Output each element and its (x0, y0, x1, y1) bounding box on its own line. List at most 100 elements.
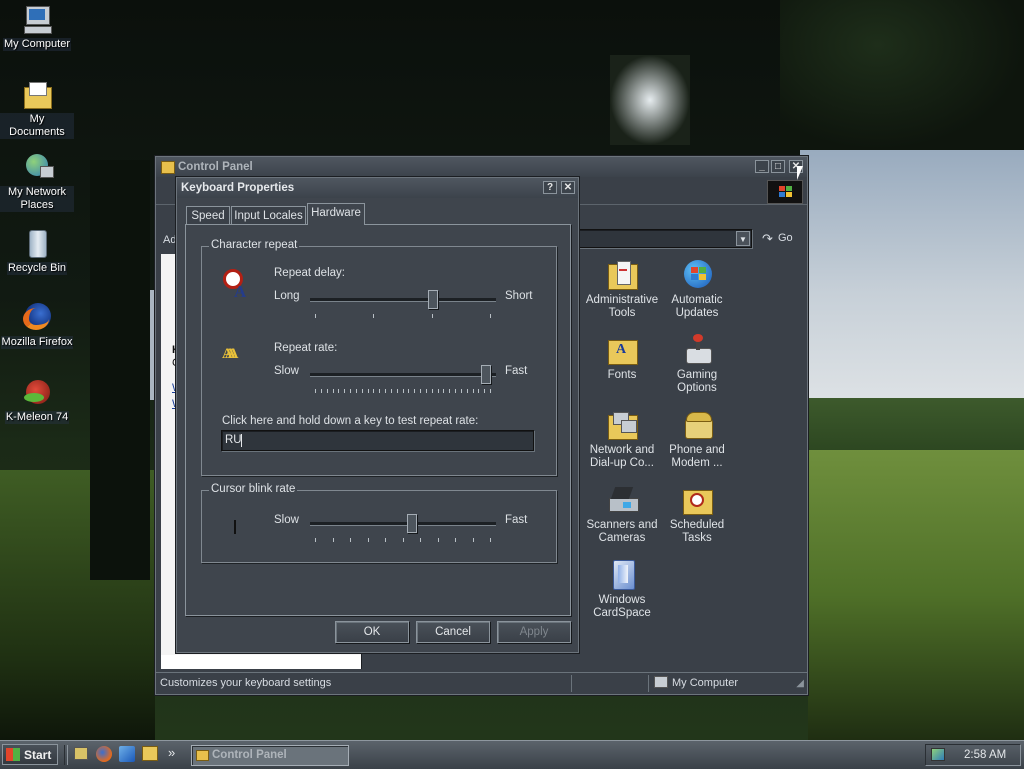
repeat-delay-icon: A (222, 268, 256, 301)
slider-tick (414, 389, 415, 393)
cursor-blink-slider[interactable] (310, 513, 496, 545)
start-label: Start (24, 748, 52, 762)
slider-tick (391, 389, 392, 393)
desktop-icon-k-meleon[interactable]: K-Meleon 74 (0, 377, 74, 424)
cancel-button[interactable]: Cancel (416, 621, 490, 643)
repeat-rate-slider[interactable] (310, 364, 496, 396)
slider-tick (432, 314, 433, 318)
wallpaper-lawn (808, 450, 1024, 740)
blink-min-label: Slow (274, 514, 299, 526)
desktop-icon-recycle-bin[interactable]: Recycle Bin (0, 228, 74, 275)
help-button[interactable]: ? (543, 181, 557, 194)
repeat-delay-slider[interactable] (310, 289, 496, 321)
k-meleon-icon (20, 377, 54, 409)
slider-tick (473, 389, 474, 393)
address-dropdown-button[interactable]: ▼ (736, 231, 750, 246)
slider-tick (315, 538, 316, 542)
network-tray-icon[interactable] (931, 748, 945, 761)
wallpaper-sky (800, 120, 1024, 410)
desktop-icon-label: K-Meleon 74 (4, 411, 70, 424)
status-bar: Customizes your keyboard settings My Com… (156, 672, 807, 694)
slider-tick (438, 389, 439, 393)
slider-tick (490, 314, 491, 318)
desktop-icon-label: Recycle Bin (6, 262, 68, 275)
clock[interactable]: 2:58 AM (964, 749, 1006, 761)
cp-item-scanners-cameras[interactable]: Scanners and Cameras (582, 484, 662, 545)
go-button[interactable]: ↷ Go (760, 230, 800, 247)
explorer-quicklaunch-icon[interactable] (142, 746, 158, 761)
tab-speed[interactable]: Speed (186, 206, 230, 224)
desktop-icon-network-places[interactable]: My Network Places (0, 152, 74, 212)
cp-item-fonts[interactable]: A Fonts (582, 334, 662, 382)
desktop-icon-label: My Network Places (0, 186, 74, 212)
windows-logo-icon (767, 180, 803, 204)
address-label: Ad (163, 234, 177, 246)
test-field-label: Click here and hold down a key to test r… (222, 415, 479, 427)
network-places-icon (20, 152, 54, 184)
wallpaper-tree-trunk (90, 160, 150, 580)
show-desktop-icon[interactable] (74, 747, 88, 760)
slider-tick (449, 389, 450, 393)
slider-tick (432, 389, 433, 393)
minimize-button[interactable]: _ (755, 160, 769, 173)
slider-ticks (315, 389, 491, 393)
cp-item-automatic-updates[interactable]: Automatic Updates (657, 259, 737, 320)
quicklaunch-chevron[interactable]: » (168, 745, 175, 760)
slider-ticks (315, 314, 491, 318)
wallpaper-sky-patch-2 (610, 55, 690, 145)
slider-tick (350, 389, 351, 393)
firefox-quicklaunch-icon[interactable] (96, 746, 112, 762)
control-panel-icon (161, 161, 175, 174)
outlook-quicklaunch-icon[interactable] (119, 746, 135, 762)
firefox-icon (20, 302, 54, 334)
apply-button[interactable]: Apply (497, 621, 571, 643)
slider-track (310, 373, 496, 377)
slider-thumb[interactable] (481, 365, 491, 384)
dialog-titlebar[interactable]: Keyboard Properties ? ✕ (177, 178, 578, 198)
control-panel-titlebar[interactable]: Control Panel _ □ ✕ (156, 157, 807, 177)
repeat-rate-icon: AAA (222, 346, 238, 362)
slider-tick (478, 389, 479, 393)
cp-item-scheduled-tasks[interactable]: Scheduled Tasks (657, 484, 737, 545)
cp-item-phone-modem[interactable]: Phone and Modem ... (657, 409, 737, 470)
slider-tick (356, 389, 357, 393)
dialog-close-button[interactable]: ✕ (561, 181, 575, 194)
resize-grip-icon[interactable]: ◢ (796, 678, 804, 689)
go-arrow-icon: ↷ (762, 231, 773, 246)
slider-tick (420, 538, 421, 542)
slider-tick (403, 538, 404, 542)
desktop-icon-my-documents[interactable]: My Documents (0, 79, 74, 139)
ok-button[interactable]: OK (335, 621, 409, 643)
maximize-button[interactable]: □ (771, 160, 785, 173)
slider-thumb[interactable] (428, 290, 438, 309)
task-label: Control Panel (212, 749, 287, 761)
administrative-tools-icon (605, 259, 639, 291)
slider-tick (403, 389, 404, 393)
tab-input-locales[interactable]: Input Locales (231, 206, 306, 224)
slider-ticks (315, 538, 491, 542)
group-label: Character repeat (209, 239, 300, 251)
fonts-folder-icon: A (605, 334, 639, 366)
cp-item-windows-cardspace[interactable]: Windows CardSpace (582, 559, 662, 620)
group-label: Cursor blink rate (209, 483, 298, 495)
cp-item-administrative-tools[interactable]: Administrative Tools (582, 259, 662, 320)
task-control-panel[interactable]: Control Panel (191, 745, 349, 766)
keyboard-properties-dialog: Keyboard Properties ? ✕ Speed Input Loca… (176, 177, 579, 653)
blink-max-label: Fast (505, 514, 528, 526)
cp-item-gaming-options[interactable]: Gaming Options (657, 334, 737, 395)
desktop-icon-label: My Computer (2, 38, 72, 51)
start-button[interactable]: Start (2, 744, 58, 765)
address-field[interactable] (578, 229, 752, 248)
desktop-icon-my-computer[interactable]: My Computer (0, 4, 74, 51)
cp-item-network-connections[interactable]: Network and Dial-up Co... (582, 409, 662, 470)
slider-tick (350, 538, 351, 542)
desktop-icon-firefox[interactable]: Mozilla Firefox (0, 302, 74, 349)
cursor-blink-indicator-icon (234, 520, 236, 534)
test-repeat-input[interactable]: RU (221, 430, 534, 451)
tab-hardware[interactable]: Hardware (307, 203, 365, 225)
slider-thumb[interactable] (407, 514, 417, 533)
wallpaper-treeline (808, 398, 1024, 450)
slider-tick (368, 538, 369, 542)
rate-min-label: Slow (274, 365, 299, 377)
slider-tick (338, 389, 339, 393)
